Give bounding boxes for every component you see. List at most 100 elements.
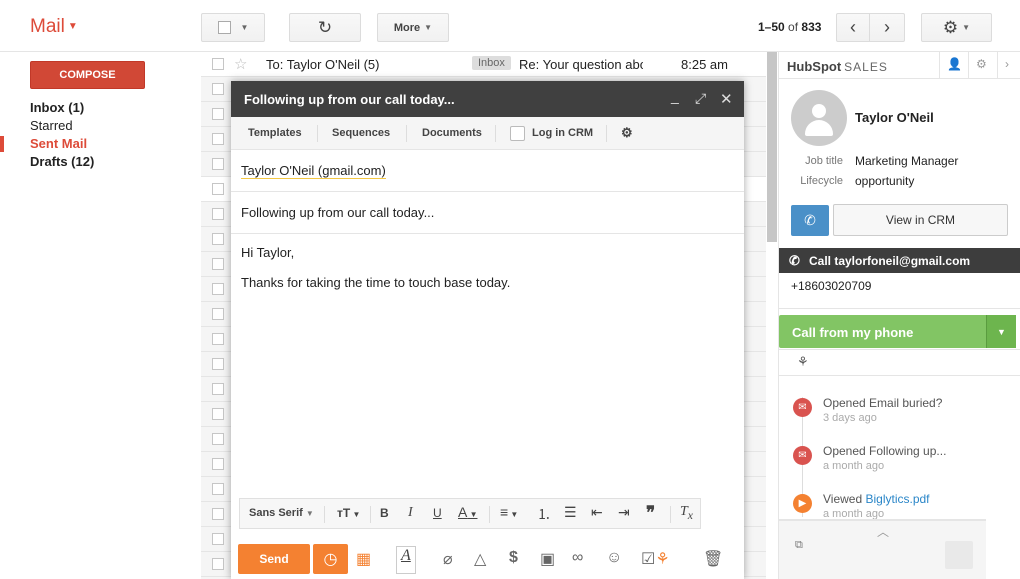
row-checkbox[interactable] bbox=[212, 158, 224, 170]
divider bbox=[997, 52, 998, 79]
settings-button[interactable]: ⚙ ▼ bbox=[921, 13, 992, 42]
checkbox-icon bbox=[217, 21, 231, 34]
chevron-up-icon[interactable]: ︿ bbox=[877, 523, 889, 540]
row-checkbox[interactable] bbox=[212, 458, 224, 470]
chevron-down-icon: ▼ bbox=[240, 23, 249, 32]
compose-header[interactable]: Following up from our call today... _ ⤢ … bbox=[231, 81, 744, 117]
row-checkbox[interactable] bbox=[212, 83, 224, 95]
list-scrollbar[interactable] bbox=[767, 52, 777, 242]
subject-field[interactable]: Following up from our call today... bbox=[231, 192, 744, 234]
nav-item-starred[interactable]: Starred bbox=[30, 118, 73, 133]
timeline-event-title[interactable]: Viewed Biglytics.pdf bbox=[823, 492, 930, 506]
indent-less-icon[interactable]: ⇤ bbox=[591, 504, 603, 521]
expand-icon[interactable]: ⤢ bbox=[695, 90, 706, 107]
newer-button[interactable]: ‹ bbox=[836, 13, 870, 42]
contact-icon[interactable]: 👤 bbox=[947, 57, 962, 71]
row-checkbox[interactable] bbox=[212, 133, 224, 145]
select-all-button[interactable]: ▼ bbox=[201, 13, 265, 42]
drive-icon[interactable]: △ bbox=[474, 549, 486, 569]
row-checkbox[interactable] bbox=[212, 533, 224, 545]
call-contact-bar[interactable]: ✆ Call taylorfoneil@gmail.com bbox=[779, 248, 1020, 273]
close-icon[interactable]: ✕ bbox=[720, 90, 733, 108]
indent-more-icon[interactable]: ⇥ bbox=[618, 504, 630, 521]
hubspot-track-icon[interactable]: ☑⚘ bbox=[641, 549, 670, 569]
call-button[interactable]: ✆ bbox=[791, 205, 829, 236]
templates-button[interactable]: Templates bbox=[248, 127, 302, 139]
numbered-list-icon[interactable]: ⒈ bbox=[537, 504, 551, 524]
underline-icon[interactable]: U bbox=[433, 506, 442, 520]
calendar-icon[interactable]: ▦ bbox=[356, 549, 371, 569]
email-icon: ✉ bbox=[793, 446, 812, 465]
more-button[interactable]: More ▼ bbox=[377, 13, 449, 42]
bold-icon[interactable]: B bbox=[380, 506, 389, 520]
row-checkbox[interactable] bbox=[212, 183, 224, 195]
insert-link-icon[interactable]: ∞ bbox=[572, 549, 583, 567]
hubspot-sidebar: HubSpot SALES 👤 ⚙ › Taylor O'Neil Job tit… bbox=[778, 52, 1020, 579]
row-checkbox[interactable] bbox=[212, 483, 224, 495]
compose-button[interactable]: COMPOSE bbox=[30, 61, 145, 89]
chevron-down-icon[interactable]: ▼ bbox=[986, 315, 1016, 348]
mail-row[interactable]: ☆ To: Taylor O'Neil (5) Inbox Re: Your q… bbox=[201, 52, 766, 77]
row-checkbox[interactable] bbox=[212, 283, 224, 295]
row-checkbox[interactable] bbox=[212, 408, 224, 420]
align-icon[interactable]: ≡ ▼ bbox=[500, 504, 518, 520]
emoji-icon[interactable]: ☺ bbox=[606, 549, 622, 567]
star-icon[interactable]: ☆ bbox=[234, 55, 247, 73]
money-icon[interactable]: $ bbox=[509, 549, 518, 567]
chevron-down-icon: ▼ bbox=[350, 510, 361, 519]
row-checkbox[interactable] bbox=[212, 208, 224, 220]
row-checkbox[interactable] bbox=[212, 233, 224, 245]
schedule-send-button[interactable]: ◷ bbox=[313, 544, 348, 574]
recipient-chip[interactable]: Taylor O'Neil (gmail.com) bbox=[241, 163, 386, 179]
chevron-right-icon[interactable]: › bbox=[1005, 57, 1009, 71]
refresh-button[interactable]: ↻ bbox=[289, 13, 361, 42]
row-checkbox[interactable] bbox=[212, 258, 224, 270]
top-toolbar: Mail ▼ ▼ ↻ More ▼ 1–50 of 833 ‹ › ⚙ ▼ bbox=[0, 0, 1020, 52]
older-button[interactable]: › bbox=[869, 13, 905, 42]
text-color-icon[interactable]: A ▼ bbox=[458, 504, 477, 520]
view-in-crm-button[interactable]: View in CRM bbox=[833, 204, 1008, 236]
row-checkbox[interactable] bbox=[212, 333, 224, 345]
trash-icon[interactable]: 🗑 bbox=[703, 549, 723, 569]
font-family-select[interactable]: Sans Serif ▼ bbox=[249, 507, 314, 519]
phone-number[interactable]: +18603020709 bbox=[791, 279, 871, 293]
hubspot-sprocket-icon: ⚘ bbox=[655, 551, 670, 568]
row-checkbox[interactable] bbox=[212, 58, 224, 70]
timeline-event-title[interactable]: Opened Following up... bbox=[823, 444, 946, 458]
font-size-icon[interactable]: тT ▼ bbox=[337, 506, 360, 520]
contact-name[interactable]: Taylor O'Neil bbox=[855, 110, 934, 125]
quote-icon[interactable]: ❞ bbox=[646, 503, 655, 523]
insert-photo-icon[interactable]: ▣ bbox=[540, 549, 555, 569]
nav-item-drafts[interactable]: Drafts (12) bbox=[30, 154, 94, 169]
remove-formatting-icon[interactable]: Tx bbox=[680, 504, 693, 522]
call-from-my-phone-button[interactable]: Call from my phone ▼ bbox=[779, 315, 1016, 348]
row-checkbox[interactable] bbox=[212, 508, 224, 520]
sequences-button[interactable]: Sequences bbox=[332, 127, 390, 139]
send-button[interactable]: Send bbox=[238, 544, 310, 574]
timeline-event-title[interactable]: Opened Email buried? bbox=[823, 396, 942, 410]
italic-icon[interactable]: I bbox=[408, 505, 413, 521]
row-checkbox[interactable] bbox=[212, 383, 224, 395]
gear-icon[interactable]: ⚙ bbox=[976, 57, 987, 71]
minimize-icon[interactable]: _ bbox=[671, 88, 679, 104]
bulleted-list-icon[interactable]: ☰ bbox=[564, 504, 577, 521]
row-checkbox[interactable] bbox=[212, 433, 224, 445]
documents-button[interactable]: Documents bbox=[422, 127, 482, 139]
row-checkbox[interactable] bbox=[212, 108, 224, 120]
row-checkbox[interactable] bbox=[212, 308, 224, 320]
message-body-greeting[interactable]: Hi Taylor, bbox=[241, 245, 294, 260]
log-in-crm-checkbox[interactable] bbox=[510, 126, 525, 141]
nav-item-inbox[interactable]: Inbox (1) bbox=[30, 100, 84, 115]
message-body-line[interactable]: Thanks for taking the time to touch base… bbox=[241, 275, 510, 290]
row-checkbox[interactable] bbox=[212, 358, 224, 370]
recipient-field[interactable]: Taylor O'Neil (gmail.com) bbox=[231, 150, 744, 192]
log-in-crm-label[interactable]: Log in CRM bbox=[532, 127, 593, 139]
open-external-icon[interactable]: ⧉ bbox=[795, 539, 803, 552]
gear-icon[interactable]: ⚙ bbox=[621, 125, 633, 141]
attach-icon[interactable]: ⌀ bbox=[443, 549, 453, 569]
nav-item-sent-mail[interactable]: Sent Mail bbox=[30, 136, 87, 151]
document-link[interactable]: Biglytics.pdf bbox=[865, 492, 929, 506]
row-checkbox[interactable] bbox=[212, 558, 224, 570]
mail-menu[interactable]: Mail ▼ bbox=[30, 16, 78, 38]
formatting-options-icon[interactable]: A bbox=[396, 546, 416, 574]
